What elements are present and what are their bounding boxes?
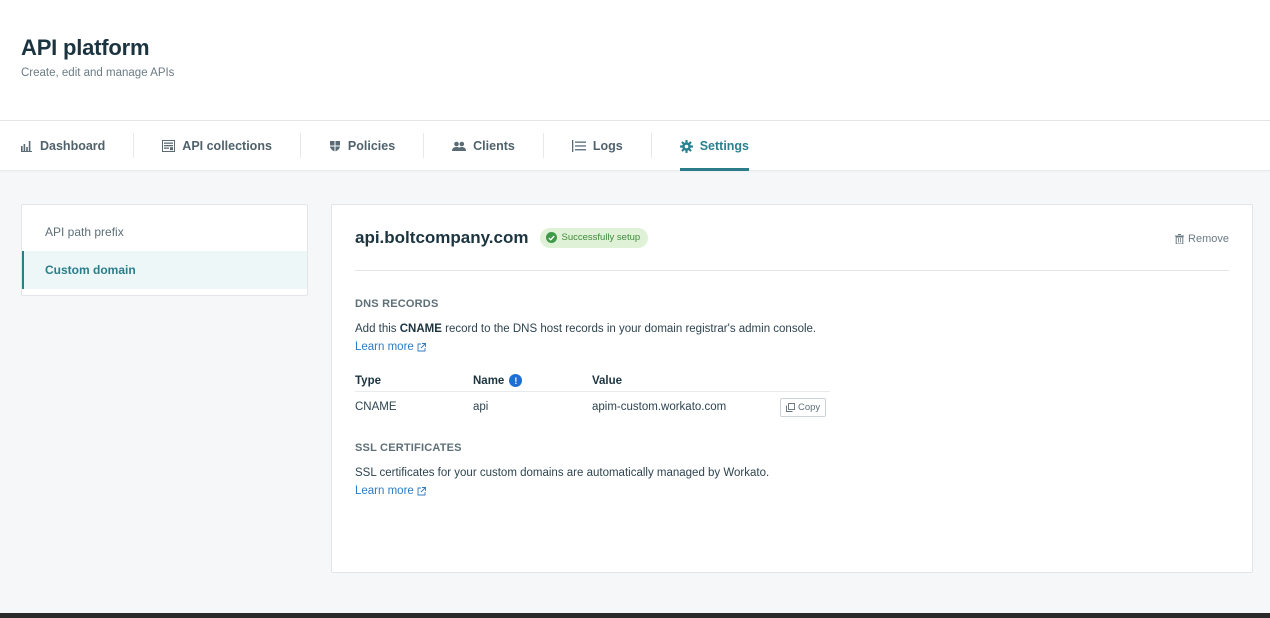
table-header-row: Type Name ! Value [355, 370, 830, 392]
tab-divider [299, 133, 301, 158]
tab-divider [423, 133, 425, 158]
column-header-name: Name ! [473, 374, 592, 387]
external-link-icon [417, 342, 426, 352]
sidebar-item-custom-domain[interactable]: Custom domain [22, 251, 307, 289]
trash-icon [1175, 234, 1185, 244]
column-header-value: Value [592, 374, 623, 387]
copy-button[interactable]: Copy [780, 397, 827, 417]
cell-value: apim-custom.workato.com [592, 401, 727, 413]
tab-divider [650, 133, 652, 158]
tab-label: Policies [347, 139, 396, 153]
ssl-learn-more-link[interactable]: Learn more [355, 482, 426, 500]
users-icon [452, 141, 467, 152]
learn-more-label: Learn more [355, 485, 414, 497]
remove-button[interactable]: Remove [1175, 233, 1229, 245]
page-header: API platform Create, edit and manage API… [0, 0, 1270, 121]
tab-label: API collections [182, 139, 272, 153]
tab-bar: Dashboard API collections Policies Clien… [0, 121, 1270, 171]
domain-title: api.boltcompany.com [355, 227, 529, 247]
remove-label: Remove [1188, 233, 1229, 245]
status-badge: Successfully setup [539, 227, 649, 248]
page-subtitle: Create, edit and manage APIs [21, 67, 175, 79]
ssl-certificates-title: SSL CERTIFICATES [355, 442, 462, 454]
settings-sidebar: API path prefix Custom domain [21, 204, 308, 296]
dns-text: record to the DNS host records in your d… [441, 323, 817, 335]
tab-divider [133, 133, 135, 158]
tab-policies[interactable]: Policies [329, 121, 395, 171]
check-circle-icon [545, 232, 557, 243]
shield-icon [329, 140, 341, 152]
status-badge-label: Successfully setup [561, 232, 641, 243]
cell-name: api [473, 401, 489, 413]
external-link-icon [417, 486, 426, 496]
table-row: CNAME api apim-custom.workato.com Copy [355, 392, 830, 422]
ssl-description: SSL certificates for your custom domains… [355, 464, 855, 500]
tab-label: Clients [473, 139, 515, 153]
tab-dashboard[interactable]: Dashboard [21, 121, 105, 171]
tab-api-collections[interactable]: API collections [162, 121, 272, 171]
tab-settings[interactable]: Settings [679, 121, 750, 171]
collection-icon [162, 140, 176, 152]
sidebar-item-api-path-prefix[interactable]: API path prefix [22, 213, 307, 251]
ssl-text: SSL certificates for your custom domains… [355, 467, 770, 479]
tab-label: Dashboard [40, 139, 106, 153]
dns-text-bold: CNAME [399, 323, 442, 335]
tab-logs[interactable]: Logs [571, 121, 623, 171]
dns-text: Add this [355, 323, 400, 335]
learn-more-label: Learn more [355, 341, 414, 353]
tab-clients[interactable]: Clients [452, 121, 515, 171]
column-header-type: Type [355, 374, 381, 387]
cell-type: CNAME [355, 401, 397, 413]
custom-domain-card: api.boltcompany.com Successfully setup R… [331, 204, 1253, 573]
column-header-name-label: Name [473, 374, 505, 387]
logs-icon [571, 140, 586, 152]
info-icon[interactable]: ! [509, 374, 523, 387]
dns-records-title: DNS RECORDS [355, 298, 439, 310]
dns-records-description: Add this CNAME record to the DNS host re… [355, 320, 825, 356]
window-bottom-bar [0, 613, 1270, 618]
tab-divider [542, 133, 544, 158]
copy-icon [786, 402, 795, 412]
copy-label: Copy [798, 401, 821, 413]
dns-learn-more-link[interactable]: Learn more [355, 338, 426, 356]
tab-label: Logs [592, 139, 623, 153]
tab-label: Settings [699, 139, 750, 153]
bar-chart-icon [21, 140, 33, 152]
page-title: API platform [21, 35, 150, 60]
dns-records-table: Type Name ! Value CNAME api apim-custom.… [355, 370, 830, 422]
card-header: api.boltcompany.com Successfully setup R… [355, 205, 1229, 271]
gear-icon [679, 139, 693, 153]
